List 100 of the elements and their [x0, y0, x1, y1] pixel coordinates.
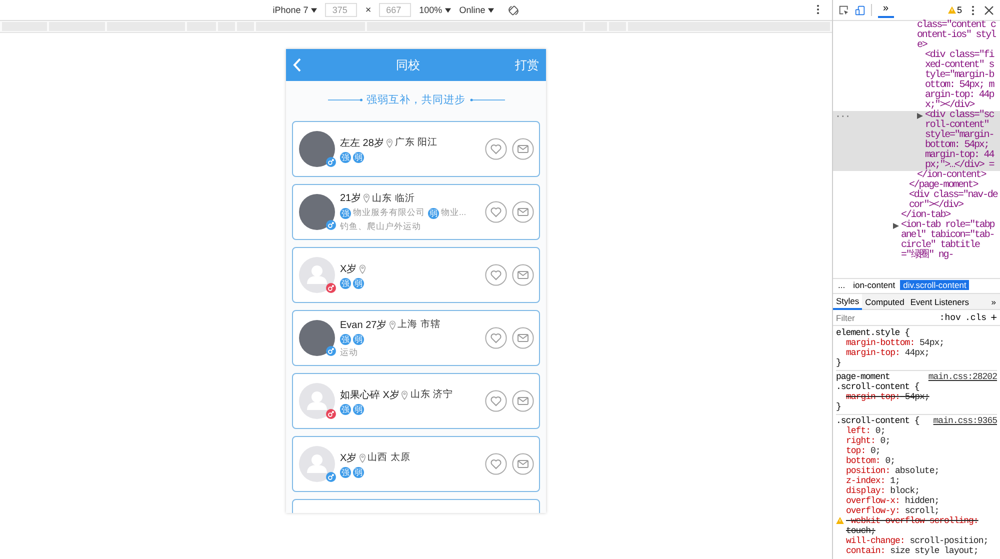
back-icon[interactable]: [293, 58, 301, 72]
dom-tree-row[interactable]: </page-moment>: [833, 181, 1000, 191]
divider-line-drawing: [470, 98, 504, 102]
css-declaration: right: 0;: [846, 436, 890, 446]
tag-badge: 弱: [353, 466, 364, 478]
user-card[interactable]: 如果心碎 X岁 山东 济宁 强 弱: [292, 373, 540, 429]
user-name-age: X岁: [340, 262, 357, 276]
css-declaration: margin-top: 54px;: [846, 392, 930, 402]
location-pin-icon: [358, 452, 366, 462]
device-toggle-icon[interactable]: [855, 4, 865, 16]
user-card[interactable]: 21岁 山东 临沂 强 物业服务有限公司 弱 物业... 钓鱼、爬山户外运动: [292, 184, 540, 240]
more-tabs-button[interactable]: »: [991, 296, 1000, 306]
location-pin-icon: [386, 138, 393, 148]
styles-pane-tab[interactable]: Computed: [862, 294, 908, 308]
tag-badge: 弱: [428, 208, 439, 218]
dom-node-text: <div class="nav-decor"></div>: [909, 191, 998, 211]
css-declaration: contain: size style layout;: [846, 546, 978, 556]
location-pin-icon: [358, 264, 366, 274]
dom-tree-row[interactable]: <div class="fixed-content" style="margin-bottom: 54px; margin-top: 44px;"></div>: [833, 51, 1000, 111]
tag-badge: 强: [340, 278, 351, 288]
new-rule-button[interactable]: +: [990, 312, 997, 324]
message-envelope-icon[interactable]: [512, 453, 534, 475]
more-panels-tab[interactable]: »: [878, 2, 894, 18]
user-name-age: 21岁: [340, 192, 362, 205]
user-location: 山西 太原: [368, 451, 410, 464]
dom-node-text: </ion-content>: [917, 171, 986, 181]
tag-badge: 强: [340, 404, 351, 414]
expand-triangle-icon[interactable]: [893, 223, 899, 229]
stylesheet-link[interactable]: main.css:9365: [933, 416, 997, 426]
rule-closing-brace: }: [836, 402, 842, 412]
breadcrumb-item[interactable]: div.scroll-content: [900, 280, 970, 290]
css-declaration: -webkit-overflow-scrolling: touch;: [846, 516, 980, 536]
rule-closing-brace: }: [836, 358, 842, 368]
tag-badge: 弱: [353, 278, 364, 288]
inspect-element-icon[interactable]: [839, 4, 849, 16]
location-pin-icon: [363, 193, 370, 203]
hover-state-toggle[interactable]: :hov: [939, 312, 961, 322]
breadcrumb-item[interactable]: ...: [835, 280, 848, 290]
slogan-text: 强弱互补，共同进步: [366, 92, 466, 106]
user-location: 上海 市辖: [398, 318, 440, 331]
user-name-age: Evan 27岁: [340, 318, 387, 332]
rotate-icon[interactable]: [508, 4, 520, 16]
message-envelope-icon[interactable]: [512, 201, 534, 223]
dom-tree-row[interactable]: </ion-tab>: [833, 211, 1000, 221]
dom-tree-row[interactable]: </ion-content>: [833, 171, 1000, 181]
tag-badge: 弱: [353, 404, 364, 414]
dom-tree-row[interactable]: class="content content-ios" style>: [833, 21, 1000, 51]
message-envelope-icon[interactable]: [512, 264, 534, 286]
styles-pane-tab[interactable]: Event Listeners: [907, 294, 972, 308]
tag-badge: 强: [340, 152, 351, 162]
caret-icon: [311, 8, 318, 12]
css-selector: element.style {: [836, 328, 911, 338]
dom-node-text: <ion-tab role="tabpanel" tabicon="tab-circle" tabtitle="绿圈" ng-: [901, 221, 996, 261]
user-card[interactable]: X岁 强 弱: [292, 247, 540, 303]
filter-input[interactable]: Filter: [836, 312, 936, 322]
css-declaration: left: 0;: [846, 426, 886, 436]
breadcrumb-item[interactable]: ion-content: [850, 280, 898, 290]
hobby-text: 钓鱼、爬山户外运动: [340, 221, 422, 233]
dom-node-text: <div class="scroll-content" style="margin-bottom: 54px; margin-top: 44px;">…</div> =: [925, 111, 996, 171]
close-icon[interactable]: [984, 4, 994, 16]
caret-icon: [488, 8, 494, 12]
stylesheet-link[interactable]: main.css:28202: [928, 372, 997, 392]
user-card[interactable]: X岁 山西 太原 强 弱: [292, 436, 540, 492]
css-selector: .scroll-content {: [836, 416, 920, 426]
user-card[interactable]: 左左 28岁 广东 阳江 强 弱: [292, 121, 540, 177]
styles-pane-tab[interactable]: Styles: [833, 294, 862, 310]
message-envelope-icon[interactable]: [512, 138, 534, 160]
caret-icon: [445, 8, 452, 12]
tag-badge: 弱: [353, 334, 364, 344]
user-location: 山东 济宁: [410, 388, 454, 401]
user-card[interactable]: Evan 27岁 上海 市辖 强 弱 运动: [292, 310, 540, 366]
tag-badge: 强: [340, 208, 351, 218]
dom-node-text: class="content content-ios" style>: [917, 21, 997, 51]
tag-badge: 强: [340, 334, 351, 344]
dom-tree-row[interactable]: <ion-tab role="tabpanel" tabicon="tab-circle" tabtitle="绿圈" ng-: [833, 221, 1000, 261]
tag-text: 物业...: [441, 207, 466, 219]
page-title: 同校: [395, 56, 421, 74]
device-select[interactable]: iPhone 7: [272, 5, 318, 15]
expand-triangle-icon[interactable]: [917, 113, 923, 119]
warning-count[interactable]: 5: [956, 5, 962, 15]
dom-tree-row[interactable]: ... <div class="scroll-content" style="margin-bottom: 54px; margin-top: 44px;">…</div> =: [833, 111, 1000, 171]
zoom-select[interactable]: 100%: [419, 5, 452, 15]
message-envelope-icon[interactable]: [512, 327, 534, 349]
dom-tree-row[interactable]: <div class="nav-decor"></div>: [833, 191, 1000, 211]
dom-node-text: </page-moment>: [909, 181, 978, 191]
warning-icon[interactable]: [948, 6, 956, 14]
css-declaration: margin-top: 44px;: [846, 348, 930, 358]
css-declaration: z-index: 1;: [846, 476, 900, 486]
tag-badge: 弱: [353, 152, 364, 162]
dom-node-text: </ion-tab>: [901, 211, 950, 221]
css-declaration: will-change: scroll-position;: [846, 536, 988, 546]
dimension-separator: ×: [365, 4, 372, 16]
throttling-select[interactable]: Online: [459, 5, 494, 15]
dom-node-text: <div class="fixed-content" style="margin-bottom: 54px; margin-top: 44px;"></div>: [925, 51, 996, 111]
class-toggle[interactable]: .cls: [964, 312, 987, 322]
more-icon[interactable]: [816, 4, 820, 15]
tag-text: 物业服务有限公司: [353, 207, 425, 219]
user-name-age: 左左 28岁: [340, 136, 384, 150]
message-envelope-icon[interactable]: [512, 390, 534, 412]
css-declaration: position: absolute;: [846, 466, 940, 476]
